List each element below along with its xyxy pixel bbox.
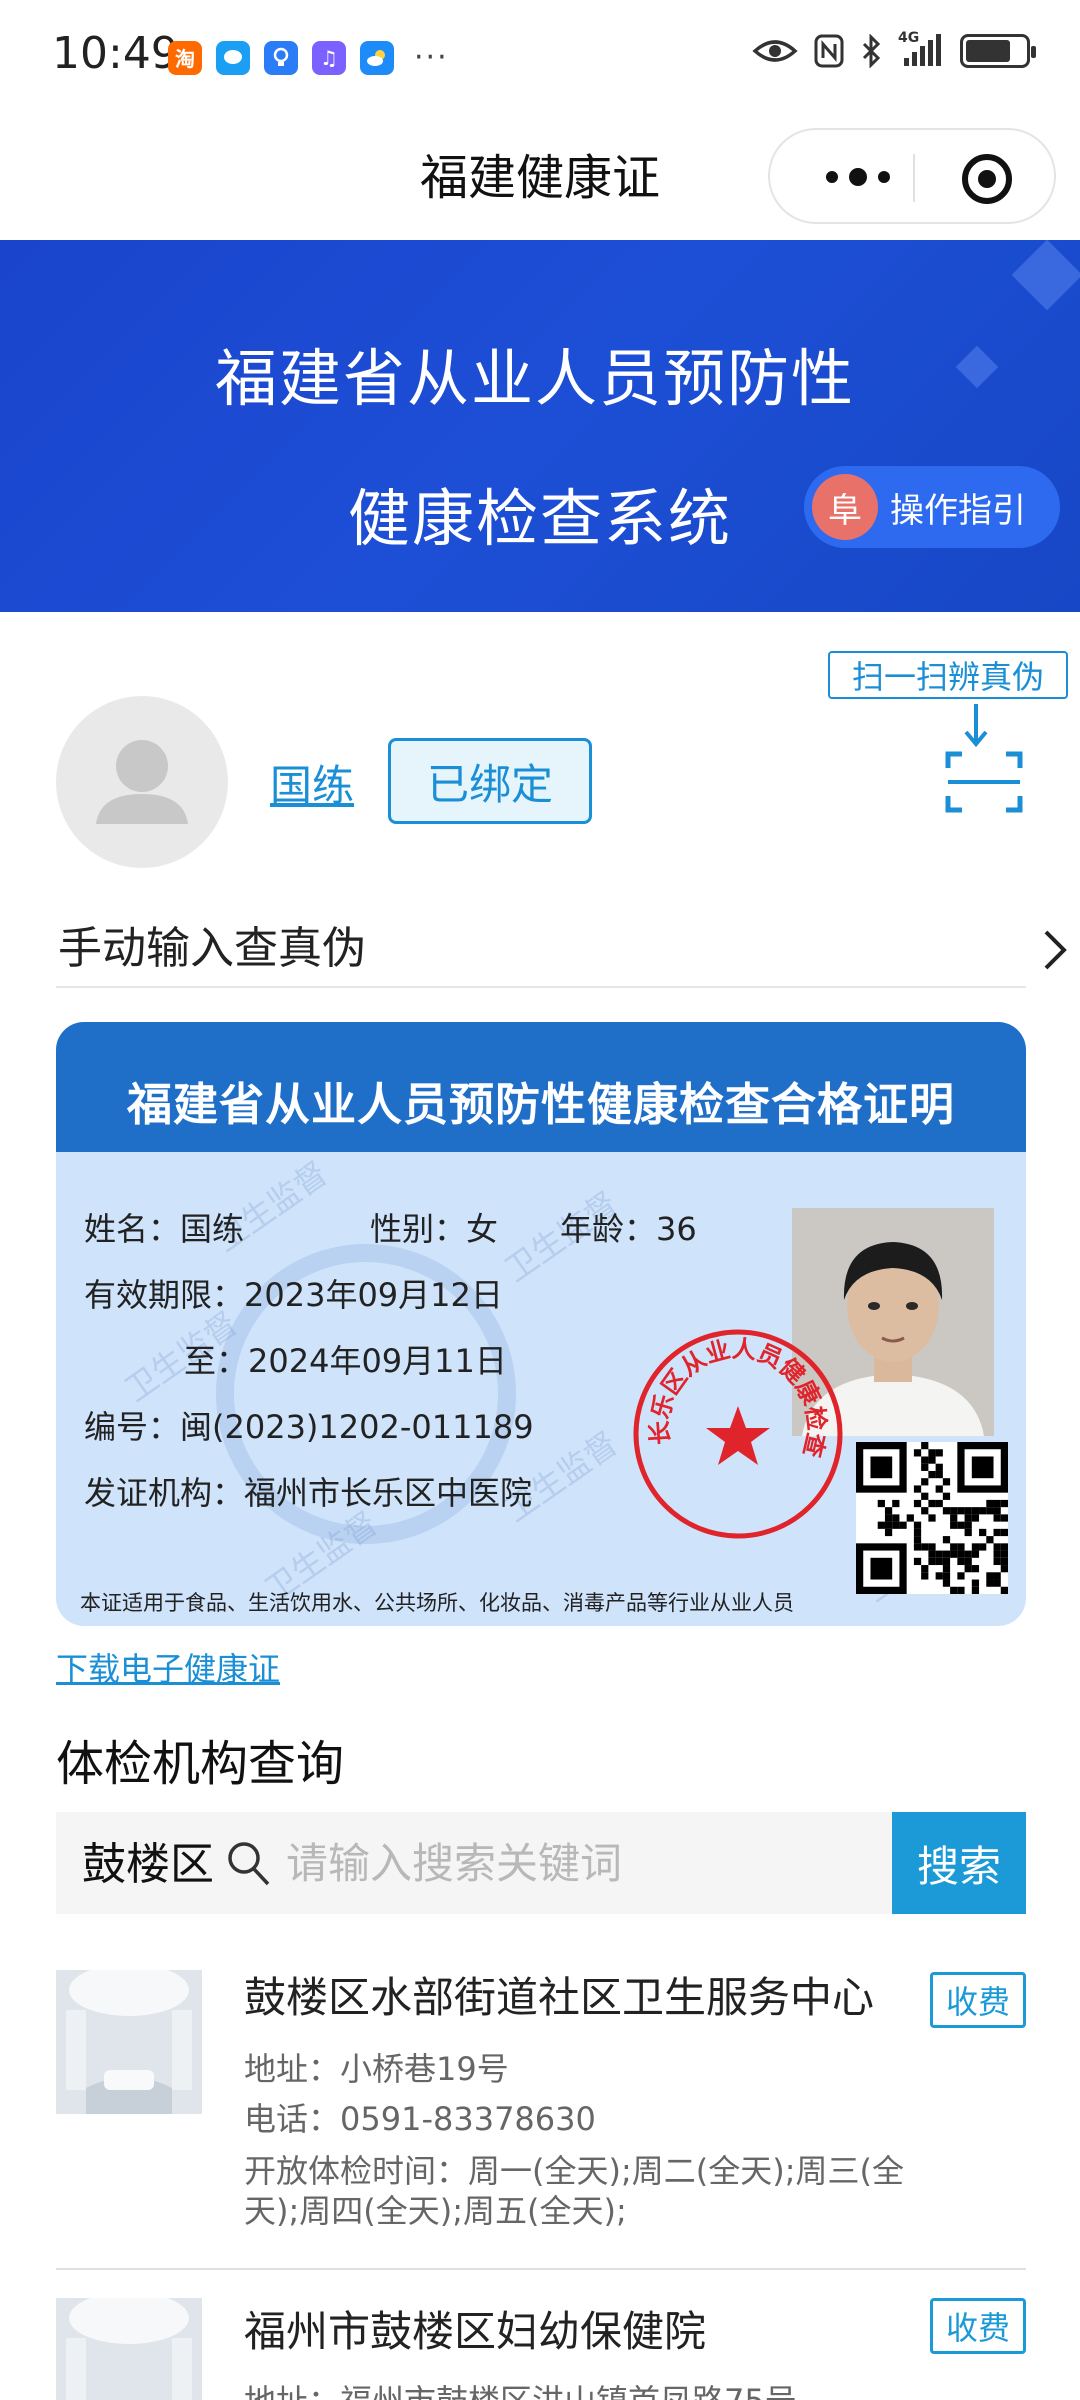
battery-level bbox=[966, 40, 1010, 62]
cert-gender: 性别：女 bbox=[370, 1210, 499, 1248]
scan-verify-tag[interactable]: 扫一扫辨真伪 bbox=[828, 651, 1068, 699]
operation-guide-button[interactable]: 阜 操作指引 bbox=[804, 466, 1060, 548]
bound-status-button[interactable]: 已绑定 bbox=[388, 738, 592, 824]
list-divider bbox=[56, 2268, 1026, 2270]
user-name[interactable]: 国练 bbox=[270, 752, 354, 813]
avatar[interactable] bbox=[56, 696, 228, 868]
institution-thumbnail bbox=[56, 1970, 202, 2114]
guide-button-label: 操作指引 bbox=[890, 490, 1026, 531]
institution-hours-cont: 天);周四(全天);周五(全天); bbox=[244, 2192, 627, 2230]
system-indicators: 4G bbox=[752, 30, 1036, 68]
institution-phone[interactable]: 电话：0591-83378630 bbox=[244, 2094, 596, 2140]
qr-code bbox=[856, 1442, 1008, 1594]
signal-icon: 4G bbox=[898, 30, 944, 68]
lightbulb-app-icon bbox=[264, 40, 298, 75]
institution-list-item[interactable]: 鼓楼区水部街道社区卫生服务中心 收费 地址：小桥巷19号 电话：0591-833… bbox=[56, 1970, 1026, 2230]
institution-name: 鼓楼区水部街道社区卫生服务中心 bbox=[244, 1973, 875, 2022]
institution-thumbnail bbox=[56, 2298, 202, 2400]
music-app-icon: ♫ bbox=[312, 40, 346, 75]
search-input[interactable] bbox=[286, 1830, 706, 1896]
eye-icon bbox=[752, 40, 798, 62]
manual-check-row[interactable]: 手动输入查真伪 bbox=[56, 908, 1026, 988]
chevron-right-icon[interactable] bbox=[1040, 922, 1070, 978]
cert-name: 姓名：国练 bbox=[84, 1210, 245, 1248]
status-bar: 10:49 淘 ♫ ··· 4G bbox=[0, 0, 1080, 115]
capsule-divider bbox=[913, 154, 915, 202]
institution-address: 地址：福州市鼓楼区洪山镇首凤路75号 bbox=[244, 2376, 797, 2400]
mini-program-capsule bbox=[768, 128, 1056, 224]
cert-issuer: 发证机构：福州市长乐区中医院 bbox=[84, 1474, 533, 1512]
certificate-header: 福建省从业人员预防性健康检查合格证明 bbox=[56, 1022, 1026, 1152]
fee-badge: 收费 bbox=[930, 1972, 1026, 2028]
institution-list-item[interactable]: 福州市鼓楼区妇幼保健院 收费 地址：福州市鼓楼区洪山镇首凤路75号 bbox=[56, 2298, 1026, 2400]
bluetooth-icon bbox=[862, 34, 881, 68]
cert-number: 编号：闽(2023)1202-011189 bbox=[84, 1408, 534, 1446]
notification-icons: 淘 ♫ ··· bbox=[168, 40, 449, 75]
certificate-footer: 本证适用于食品、生活饮用水、公共场所、化妆品、消毒产品等行业从业人员 bbox=[80, 1591, 794, 1615]
institution-address: 地址：小桥巷19号 bbox=[244, 2050, 509, 2088]
cert-age: 年龄：36 bbox=[560, 1210, 697, 1248]
more-notifications-icon: ··· bbox=[414, 40, 449, 75]
banner: 福建省从业人员预防性 健康检查系统 阜 操作指引 bbox=[0, 240, 1080, 612]
scan-icon[interactable] bbox=[944, 702, 1024, 818]
official-stamp: 长乐区从业人员健康检查专用章 bbox=[630, 1326, 843, 1539]
certificate-title: 福建省从业人员预防性健康检查合格证明 bbox=[126, 1078, 955, 1131]
message-app-icon bbox=[216, 40, 250, 75]
institution-query-title: 体检机构查询 bbox=[56, 1736, 345, 1792]
download-certificate-link[interactable]: 下载电子健康证 bbox=[56, 1644, 280, 1690]
health-certificate-card: 福建省从业人员预防性健康检查合格证明 卫生监督 卫生监督 卫生监督 卫生监督 卫… bbox=[56, 1022, 1026, 1626]
district-selector[interactable]: 鼓楼区 bbox=[82, 1828, 214, 1892]
taobao-app-icon: 淘 bbox=[168, 40, 202, 75]
search-button[interactable]: 搜索 bbox=[892, 1812, 1026, 1914]
close-mini-program-icon[interactable] bbox=[960, 152, 1014, 206]
guide-icon: 阜 bbox=[812, 474, 878, 540]
weather-app-icon bbox=[360, 40, 394, 75]
certificate-body: 卫生监督 卫生监督 卫生监督 卫生监督 卫生监督 卫生监督 姓名：国练 性别：女… bbox=[56, 1152, 1026, 1626]
search-icon bbox=[228, 1842, 270, 1886]
battery-icon bbox=[960, 34, 1036, 68]
institution-name: 福州市鼓楼区妇幼保健院 bbox=[244, 2307, 707, 2356]
status-time: 10:49 bbox=[52, 28, 179, 79]
more-options-icon[interactable] bbox=[808, 152, 908, 202]
manual-check-label: 手动输入查真伪 bbox=[58, 923, 366, 974]
decorative-cube bbox=[1011, 240, 1080, 311]
search-bar: 鼓楼区 搜索 bbox=[56, 1812, 1026, 1914]
cert-valid-to: 至：2024年09月11日 bbox=[184, 1342, 507, 1380]
fee-badge: 收费 bbox=[930, 2298, 1026, 2354]
banner-title-line1: 福建省从业人员预防性 bbox=[214, 342, 855, 415]
default-avatar-icon bbox=[96, 740, 188, 824]
cert-valid-from: 有效期限：2023年09月12日 bbox=[84, 1276, 503, 1314]
nfc-icon bbox=[814, 34, 844, 68]
